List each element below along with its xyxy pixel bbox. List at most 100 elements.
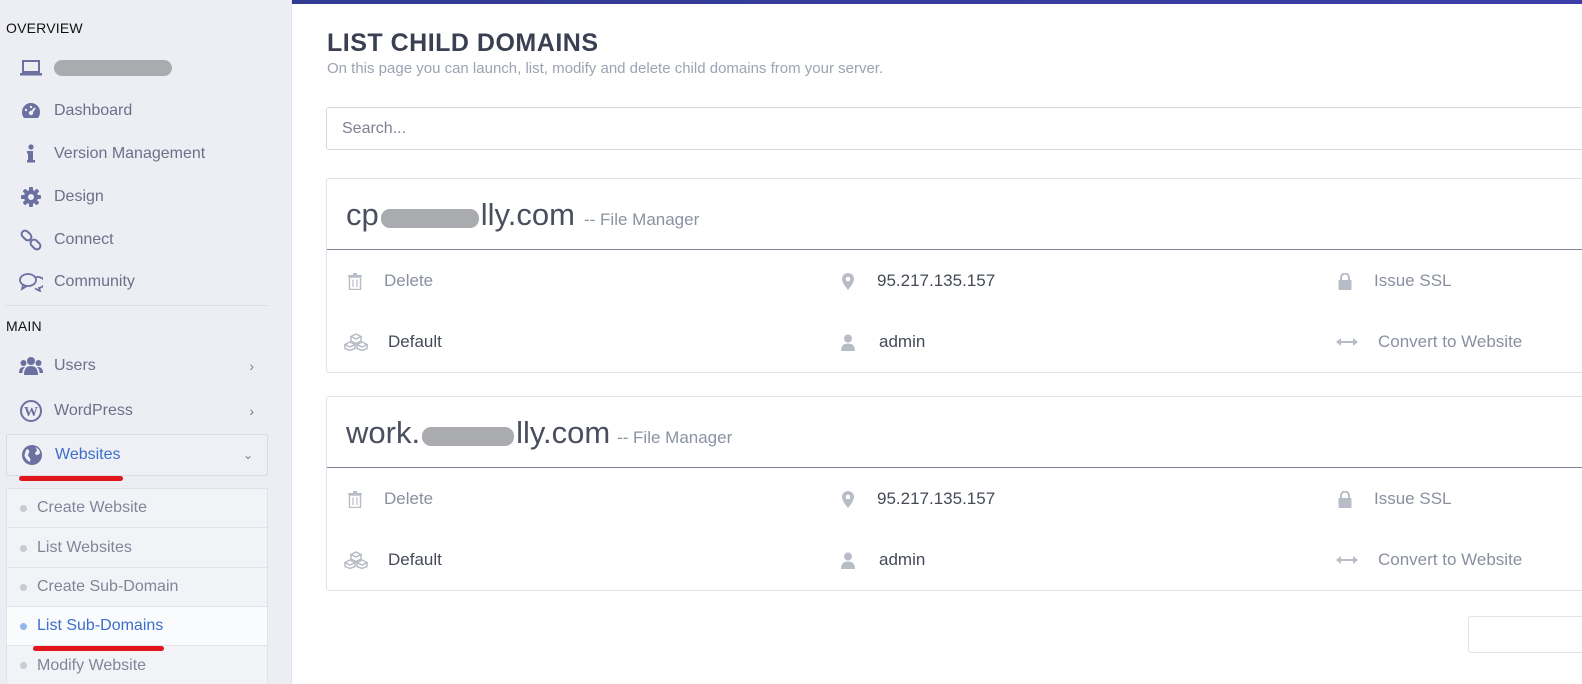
users-icon: [19, 354, 43, 378]
arrows-horizontal-icon: [1336, 551, 1358, 569]
sidebar-item-version-management[interactable]: Version Management: [6, 134, 268, 174]
chevron-right-icon: ›: [249, 358, 254, 374]
submenu-label: List Sub-Domains: [37, 617, 164, 634]
user-icon: [839, 551, 857, 569]
sidebar-item-label: Websites: [55, 446, 121, 463]
submenu-label: List Websites: [37, 539, 132, 556]
submenu-label: Create Sub-Domain: [37, 578, 179, 595]
sidebar-item-server[interactable]: [6, 48, 268, 88]
sidebar-item-label: Users: [54, 357, 96, 374]
convert-to-website-button[interactable]: Convert to Website: [1336, 332, 1522, 352]
issue-ssl-button[interactable]: Issue SSL: [1336, 489, 1452, 509]
owner-label: admin: [879, 332, 926, 351]
sidebar-item-label: Version Management: [54, 145, 206, 162]
websites-submenu: Create Website List Websites Create Sub-…: [6, 488, 268, 684]
sidebar-item-websites[interactable]: Websites ⌄: [6, 434, 268, 476]
owner-label: admin: [879, 550, 926, 569]
delete-button[interactable]: Delete: [346, 271, 433, 291]
submenu-item-create-website[interactable]: Create Website: [7, 489, 267, 528]
wordpress-icon: W: [19, 399, 43, 423]
cubes-icon: [344, 551, 368, 569]
sidebar: OVERVIEW Dashboard Version Management De…: [0, 0, 292, 684]
sidebar-item-dashboard[interactable]: Dashboard: [6, 91, 268, 131]
sidebar-item-label: Dashboard: [54, 102, 133, 119]
sidebar-item-community[interactable]: Community: [6, 262, 268, 302]
section-label-main: MAIN: [6, 318, 42, 334]
file-manager-link[interactable]: -- File Manager: [617, 428, 732, 448]
arrows-horizontal-icon: [1336, 333, 1358, 351]
delete-label: Delete: [384, 489, 434, 508]
lock-icon: [1336, 490, 1354, 508]
sidebar-item-users[interactable]: Users ›: [6, 346, 268, 386]
chat-icon: [19, 270, 43, 294]
redacted-domain-part: [422, 426, 515, 446]
trash-icon: [346, 490, 364, 508]
submenu-item-list-sub-domains[interactable]: List Sub-Domains: [7, 607, 267, 646]
submenu-item-list-websites[interactable]: List Websites: [7, 529, 267, 568]
child-domain-card: cp lly.com -- File Manager Delete 95.217…: [326, 178, 1582, 373]
ip-address: 95.217.135.157: [839, 489, 995, 509]
package-value: Default: [344, 550, 442, 570]
bullet-icon: [20, 583, 27, 591]
annotation-underline-websites: [19, 476, 123, 481]
issue-ssl-button[interactable]: Issue SSL: [1336, 271, 1452, 291]
search-input[interactable]: [326, 107, 1582, 150]
pagination-control[interactable]: [1468, 616, 1582, 653]
redacted-domain-part: [380, 208, 479, 228]
annotation-underline-list-sub-domains: [33, 646, 164, 651]
chevron-right-icon: ›: [249, 403, 254, 419]
package-label: Default: [388, 332, 442, 351]
sidebar-item-connect[interactable]: Connect: [6, 220, 268, 260]
submenu-label: Modify Website: [37, 656, 147, 674]
package-value: Default: [344, 332, 442, 352]
ip-address: 95.217.135.157: [839, 271, 995, 291]
info-icon: [19, 142, 43, 166]
domain-name: cp lly.com: [346, 197, 575, 233]
convert-to-website-button[interactable]: Convert to Website: [1336, 550, 1522, 570]
redacted-server-name: [54, 60, 172, 76]
sidebar-item-label: Design: [54, 188, 104, 205]
domain-name: work. lly.com: [346, 415, 610, 451]
main-content: LIST CHILD DOMAINS On this page you can …: [292, 4, 1582, 684]
link-icon: [19, 228, 43, 252]
cubes-icon: [344, 333, 368, 351]
bullet-icon: [20, 504, 27, 512]
trash-icon: [346, 272, 364, 290]
sidebar-item-label: Connect: [54, 231, 114, 248]
section-label-overview: OVERVIEW: [6, 20, 83, 36]
dashboard-icon: [19, 99, 43, 123]
svg-text:W: W: [24, 405, 38, 420]
domain-suffix: lly.com: [516, 415, 611, 450]
submenu-item-create-sub-domain[interactable]: Create Sub-Domain: [7, 568, 267, 607]
domain-prefix: cp: [346, 197, 379, 232]
bullet-icon: [20, 622, 27, 630]
sidebar-item-design[interactable]: Design: [6, 177, 268, 217]
bullet-icon: [20, 544, 27, 552]
sidebar-item-label: WordPress: [54, 402, 133, 419]
laptop-icon: [19, 56, 43, 80]
lock-icon: [1336, 272, 1354, 290]
delete-button[interactable]: Delete: [346, 489, 433, 509]
package-label: Default: [388, 550, 442, 569]
ip-value: 95.217.135.157: [877, 271, 996, 290]
issue-ssl-label: Issue SSL: [1374, 489, 1452, 508]
gear-icon: [19, 185, 43, 209]
convert-label: Convert to Website: [1378, 550, 1523, 569]
map-marker-icon: [839, 272, 857, 290]
child-domain-card: work. lly.com -- File Manager Delete 95.…: [326, 396, 1582, 591]
page-title: LIST CHILD DOMAINS: [327, 29, 599, 57]
submenu-item-modify-website[interactable]: Modify Website: [7, 646, 267, 684]
domain-suffix: lly.com: [480, 197, 575, 232]
owner-value: admin: [839, 332, 925, 352]
user-icon: [839, 333, 857, 351]
sidebar-item-wordpress[interactable]: W WordPress ›: [6, 391, 268, 431]
card-header: cp lly.com -- File Manager: [327, 179, 1582, 250]
globe-icon: [20, 443, 44, 467]
sidebar-divider: [6, 305, 268, 306]
issue-ssl-label: Issue SSL: [1374, 271, 1452, 290]
ip-value: 95.217.135.157: [877, 489, 996, 508]
owner-value: admin: [839, 550, 925, 570]
file-manager-link[interactable]: -- File Manager: [584, 210, 699, 230]
convert-label: Convert to Website: [1378, 332, 1523, 351]
card-header: work. lly.com -- File Manager: [327, 397, 1582, 468]
